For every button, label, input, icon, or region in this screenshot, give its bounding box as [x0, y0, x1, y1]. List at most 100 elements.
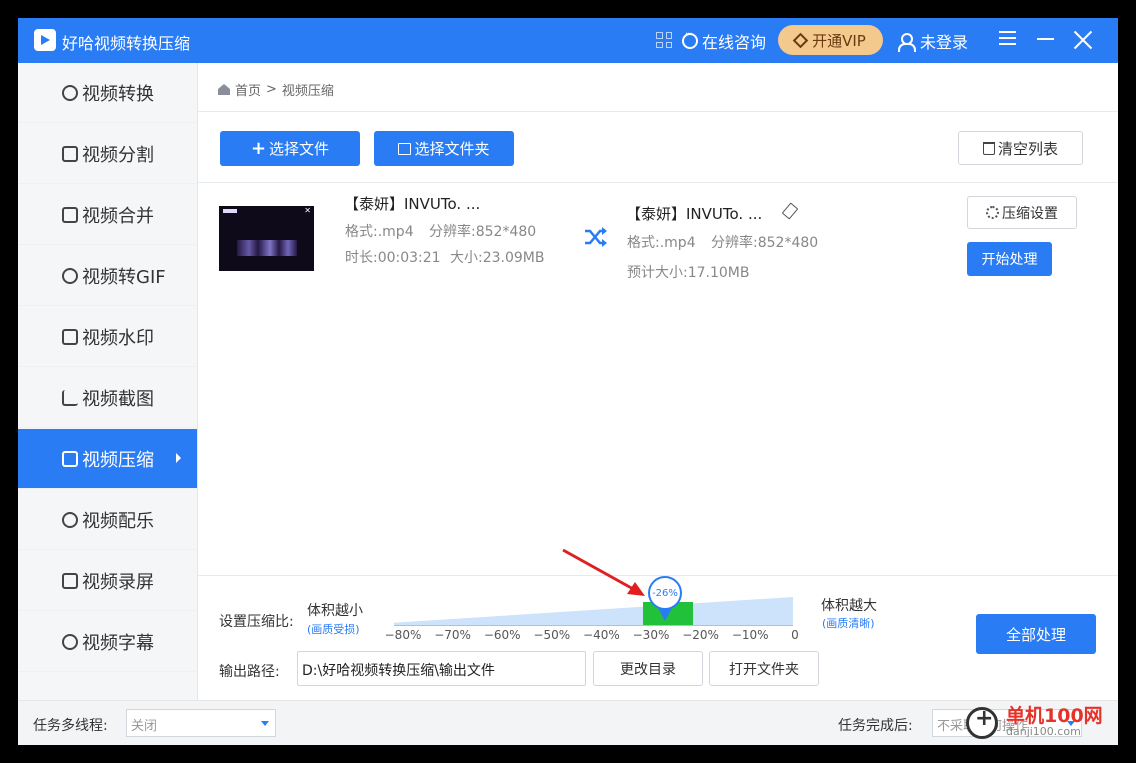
- breadcrumb-home[interactable]: 首页: [235, 80, 261, 99]
- slider-pointer: [658, 608, 672, 621]
- plus-icon: +: [250, 137, 267, 159]
- breadcrumb-separator: >: [266, 82, 277, 97]
- minimize-icon[interactable]: [1037, 38, 1054, 40]
- smaller-size-hint: (画质受损): [307, 623, 360, 636]
- user-icon: [898, 32, 916, 52]
- multithread-label: 任务多线程:: [33, 718, 108, 734]
- open-folder-button[interactable]: 打开文件夹: [709, 651, 819, 686]
- after-complete-label: 任务完成后:: [838, 718, 913, 734]
- sidebar-item-label: 视频压缩: [82, 449, 154, 471]
- split-icon: [62, 145, 78, 162]
- divider: [198, 111, 1118, 112]
- clear-list-label: 清空列表: [997, 139, 1058, 158]
- watermark-logo-icon: [966, 706, 998, 739]
- tick-label: −60%: [483, 628, 521, 642]
- sidebar-item-label: 视频截图: [82, 388, 154, 410]
- open-vip-label: 开通VIP: [812, 31, 866, 50]
- watermark-brand: 单机100网: [1006, 705, 1103, 727]
- sidebar-item-merge[interactable]: 视频合并: [18, 185, 197, 245]
- sidebar-item-subtitle[interactable]: 视频字幕: [18, 612, 197, 672]
- login-label: 未登录: [920, 33, 969, 52]
- compress-settings-label: 压缩设置: [1002, 205, 1058, 222]
- source-format: 格式:.mp4: [345, 224, 414, 240]
- source-resolution: 分辨率:852*480: [429, 224, 537, 240]
- app-title: 好哈视频转换压缩: [62, 34, 191, 53]
- output-path-field[interactable]: D:\好哈视频转换压缩\输出文件: [297, 651, 586, 686]
- start-process-button[interactable]: 开始处理: [967, 242, 1052, 276]
- online-consult-button[interactable]: 在线咨询: [682, 29, 766, 53]
- sidebar-item-label: 视频水印: [82, 327, 154, 349]
- change-directory-button[interactable]: 更改目录: [593, 651, 703, 686]
- sidebar: 视频转换 视频分割 视频合并 视频转GIF 视频水印 视频截图 视频压缩 视频配…: [18, 63, 197, 700]
- select-folder-label: 选择文件夹: [414, 140, 490, 158]
- compression-slider-handle[interactable]: -26%: [648, 576, 682, 610]
- select-file-label: 选择文件: [269, 140, 330, 158]
- video-thumbnail: ✕: [219, 206, 314, 271]
- music-icon: [62, 511, 78, 528]
- site-watermark: 单机100网 danji100.com: [966, 699, 1116, 743]
- source-duration: 时长:00:03:21: [345, 250, 441, 266]
- tick-label: −80%: [384, 628, 422, 642]
- chevron-right-icon: [176, 453, 181, 463]
- title-bar: 好哈视频转换压缩 在线咨询 开通VIP 未登录: [18, 18, 1118, 63]
- process-all-button[interactable]: 全部处理: [976, 614, 1096, 654]
- trash-icon: [982, 141, 995, 155]
- red-arrow-annotation: [562, 548, 645, 596]
- login-button[interactable]: 未登录: [898, 29, 968, 53]
- menu-icon[interactable]: [999, 31, 1016, 45]
- tick-label: −20%: [682, 628, 719, 642]
- folder-icon: [398, 142, 412, 155]
- sidebar-item-label: 视频合并: [82, 205, 154, 227]
- sidebar-item-watermark[interactable]: 视频水印: [18, 307, 197, 367]
- sidebar-item-convert[interactable]: 视频转换: [18, 63, 197, 123]
- gear-icon: [986, 206, 999, 219]
- convert-icon: [62, 84, 78, 101]
- sidebar-item-gif[interactable]: 视频转GIF: [18, 246, 197, 306]
- compression-slider-base: [394, 625, 793, 626]
- sidebar-item-screenshot[interactable]: 视频截图: [18, 368, 197, 428]
- grid-icon[interactable]: [656, 32, 672, 48]
- larger-size-hint: (画质清晰): [822, 617, 875, 630]
- compression-ticks: −80% −70% −60% −50% −40% −30% −20% −10% …: [380, 628, 810, 642]
- select-file-button[interactable]: + 选择文件: [220, 131, 360, 166]
- watermark-stamp-icon: [62, 328, 78, 345]
- open-vip-button[interactable]: 开通VIP: [778, 25, 883, 55]
- source-file-name: 【泰妍】INVUTo. ...: [344, 195, 481, 213]
- watermark-site: danji100.com: [1006, 725, 1081, 738]
- sidebar-item-label: 视频字幕: [82, 632, 154, 654]
- sidebar-item-split[interactable]: 视频分割: [18, 124, 197, 184]
- tick-label: −70%: [434, 628, 471, 642]
- compression-ratio-label: 设置压缩比:: [219, 614, 294, 630]
- sidebar-item-label: 视频分割: [82, 144, 154, 166]
- target-resolution: 分辨率:852*480: [711, 235, 819, 251]
- tick-label: −30%: [632, 628, 670, 642]
- source-size: 大小:23.09MB: [450, 250, 545, 266]
- sidebar-item-music[interactable]: 视频配乐: [18, 490, 197, 550]
- subtitle-icon: [62, 633, 78, 650]
- multithread-select[interactable]: 关闭: [126, 709, 276, 737]
- merge-icon: [62, 206, 78, 223]
- crop-icon: [62, 389, 78, 406]
- edit-icon[interactable]: [781, 202, 799, 220]
- sidebar-item-compress[interactable]: 视频压缩: [18, 429, 197, 489]
- larger-size-label: 体积越大: [821, 598, 877, 614]
- app-window: 好哈视频转换压缩 在线咨询 开通VIP 未登录 视频转换 视频分割 视频合: [18, 18, 1118, 745]
- compress-settings-button[interactable]: 压缩设置: [967, 196, 1077, 229]
- output-path-label: 输出路径:: [219, 664, 280, 680]
- footer-bar: 任务多线程: 关闭 任务完成后: 不采取任何操作: [18, 700, 1118, 745]
- tick-label: −10%: [731, 628, 769, 642]
- divider: [198, 182, 1118, 183]
- compress-icon: [62, 450, 78, 467]
- sidebar-item-record[interactable]: 视频录屏: [18, 551, 197, 611]
- select-folder-button[interactable]: 选择文件夹: [374, 131, 514, 166]
- sidebar-item-label: 视频录屏: [82, 571, 154, 593]
- sidebar-item-label: 视频配乐: [82, 510, 154, 532]
- breadcrumb-current: 视频压缩: [281, 84, 334, 99]
- clear-list-button[interactable]: 清空列表: [958, 131, 1083, 165]
- tick-label: −50%: [533, 628, 571, 642]
- close-icon[interactable]: [1073, 30, 1093, 50]
- tick-label: 0: [791, 628, 799, 642]
- chat-icon: [682, 29, 698, 49]
- smaller-size-label: 体积越小: [307, 603, 363, 619]
- target-format: 格式:.mp4: [627, 235, 696, 251]
